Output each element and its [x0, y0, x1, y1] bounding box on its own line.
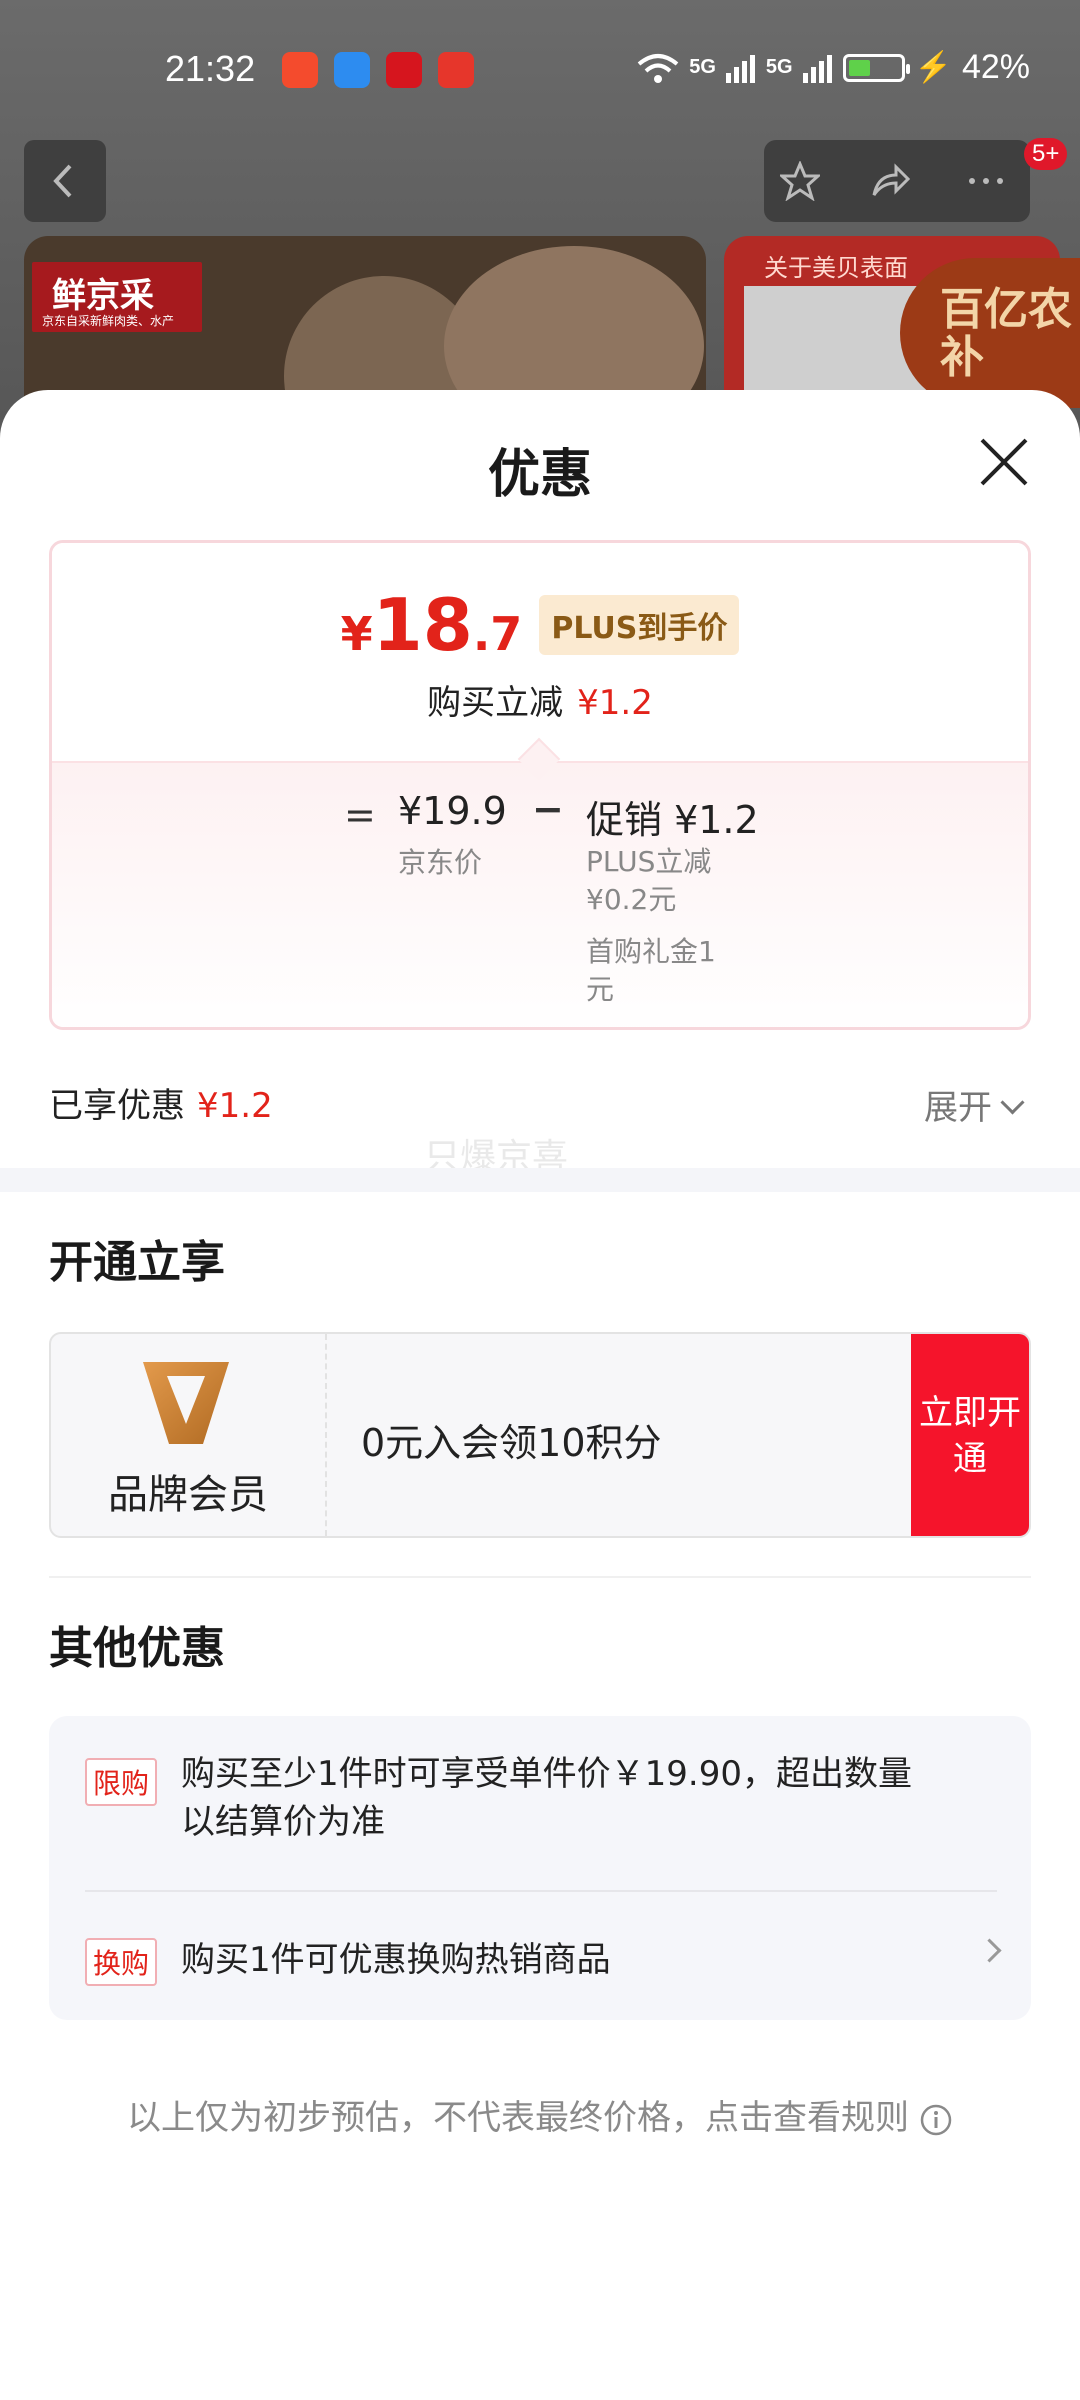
divider	[49, 1576, 1031, 1578]
taobao-app-icon	[438, 52, 474, 88]
charging-icon: ⚡	[914, 51, 952, 84]
other-section-heading: 其他优惠	[49, 1623, 225, 1674]
expand-button[interactable]: 展开	[924, 1080, 1025, 1129]
battery-icon	[842, 53, 910, 82]
subsidy-badge[interactable]: 百亿农补	[900, 258, 1080, 408]
network-type-label: 5G	[689, 56, 716, 78]
battery-percent: 42%	[961, 48, 1030, 86]
open-membership-button[interactable]: 立即开通	[911, 1334, 1029, 1536]
other-offers-list: 限购 购买至少1件时可享受单件价￥19.90，超出数量以结算价为准 换购 购买1…	[49, 1716, 1031, 2020]
brand-member-card[interactable]: 品牌会员 0元入会领10积分 立即开通	[49, 1332, 1031, 1538]
section-divider	[0, 1168, 1080, 1192]
price-breakdown-card: ¥18.7 PLUS到手价 购买立减 ¥1.2 = ¥19.9 京东价 − 促销 …	[49, 540, 1031, 1030]
brand-v-logo-icon	[143, 1362, 229, 1444]
wifi-icon	[637, 53, 679, 83]
notification-badge: 5+	[1024, 138, 1068, 170]
rules-disclaimer[interactable]: 以上仅为初步预估，不代表最终价格，点击查看规则	[0, 2090, 1080, 2139]
promotion-detail-plus: PLUS立减¥0.2元	[586, 845, 712, 916]
exchange-offer-text: 购买1件可优惠换购热销商品	[181, 1940, 611, 1980]
exchange-tag: 换购	[85, 1938, 158, 1986]
back-button[interactable]	[24, 140, 106, 222]
share-icon[interactable]	[870, 161, 910, 201]
discount-bottom-sheet: 优惠 ¥18.7 PLUS到手价 购买立减 ¥1.2 = ¥19.9 京东价 − …	[0, 390, 1080, 2400]
chevron-down-icon	[1000, 1090, 1025, 1115]
jd-price-value: ¥19.9	[398, 789, 507, 833]
promotion-amount: 促销 ¥1.2	[586, 798, 759, 842]
close-icon[interactable]	[974, 432, 1034, 492]
brand-logo: 鲜京采 京东自采新鲜肉类、水产	[32, 262, 202, 332]
search-app-icon	[334, 52, 370, 88]
network-type-label-2: 5G	[765, 56, 793, 78]
limit-tag: 限购	[85, 1758, 158, 1806]
instant-discount: 购买立减 ¥1.2	[427, 683, 653, 723]
promotion-detail-gift: 首购礼金1元	[586, 935, 716, 1006]
signal-icon	[725, 54, 755, 83]
notification-app-icon	[282, 52, 318, 88]
info-icon[interactable]	[919, 2103, 953, 2137]
enjoyed-discount: 已享优惠 ¥1.2	[49, 1086, 273, 1126]
jd-price-label: 京东价	[398, 846, 483, 879]
member-name: 品牌会员	[108, 1472, 268, 1518]
chevron-left-icon	[53, 164, 72, 198]
more-icon[interactable]	[966, 161, 1006, 201]
status-time: 21:32	[165, 48, 256, 89]
final-price: ¥18.7 PLUS到手价	[52, 583, 1028, 667]
open-section-heading: 开通立享	[49, 1237, 225, 1288]
price-formula: = ¥19.9 京东价 − 促销 ¥1.2 PLUS立减¥0.2元 首购礼金1元	[52, 761, 1028, 1027]
plus-price-tag: PLUS到手价	[539, 595, 740, 655]
favorite-star-icon[interactable]	[780, 161, 820, 201]
sheet-title: 优惠	[487, 445, 592, 505]
heart-app-icon	[386, 52, 422, 88]
member-benefit: 0元入会领10积分	[361, 1421, 662, 1465]
chevron-right-icon	[977, 1938, 1002, 1963]
status-bar: 21:32 5G 5G ⚡ 42%	[0, 0, 1080, 140]
signal-icon-2	[802, 54, 832, 83]
limit-offer-text: 购买至少1件时可享受单件价￥19.90，超出数量以结算价为准	[181, 1754, 912, 1842]
